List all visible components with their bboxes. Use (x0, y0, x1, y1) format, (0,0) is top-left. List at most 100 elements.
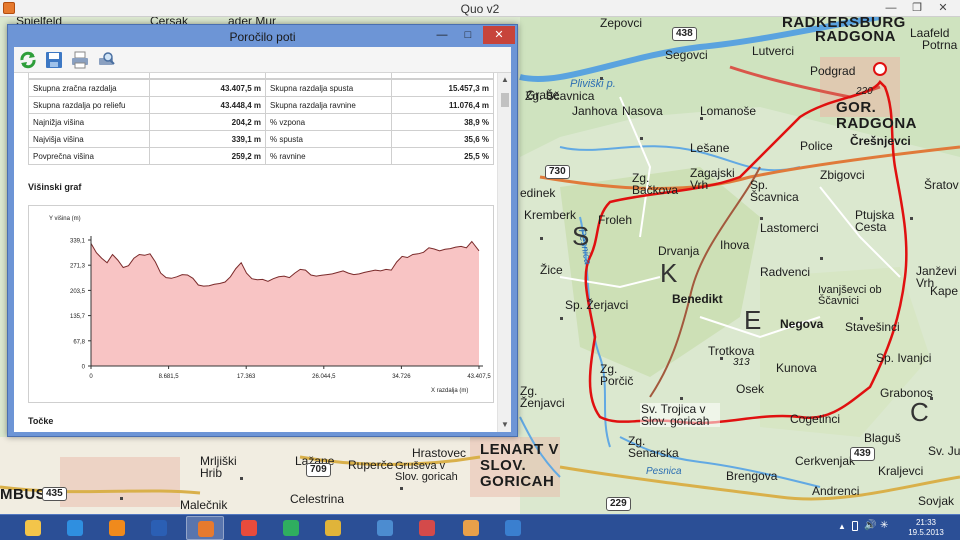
scroll-thumb[interactable] (501, 93, 509, 107)
chrome-icon (241, 520, 257, 536)
taskbar-app-quo[interactable] (186, 516, 224, 540)
taskbar-app-globe[interactable] (494, 516, 532, 540)
map-label: Šratov (924, 178, 959, 192)
report-scrollbar[interactable]: ▲ ▼ (497, 73, 511, 432)
taskbar-app-media[interactable] (408, 516, 446, 540)
taskbar-app-word[interactable] (140, 516, 178, 540)
map-label: Gruševa v Slov. goricah (395, 460, 458, 483)
map-label: Pesnica (646, 466, 682, 477)
scroll-down-icon[interactable]: ▼ (498, 418, 511, 432)
road-number: 709 (306, 463, 331, 477)
map-label: RADGONA (815, 28, 896, 45)
y-tick-label: 203,5 (70, 289, 86, 295)
taskbar-app-chrome[interactable] (230, 516, 268, 540)
x-tick-label: 43.407,5 (467, 374, 491, 380)
map-label: Lutverci (752, 44, 795, 58)
taskbar-app-flash[interactable] (314, 516, 352, 540)
map-label: Ruperče (348, 458, 394, 472)
stat-value: 43.448,4 m (149, 96, 266, 114)
quo-icon (198, 521, 214, 537)
clock-time[interactable]: 21:33 (904, 518, 948, 527)
stat-value: 339,1 m (149, 130, 266, 148)
map-label: Cogetinci (790, 412, 841, 426)
map-label: Črešnjevci (850, 134, 911, 148)
volume-icon[interactable]: 🔊 (864, 520, 876, 531)
road-number: 229 (606, 497, 631, 511)
map-label: Benedikt (672, 292, 723, 306)
tray-arrow-icon[interactable]: ▲ (838, 522, 846, 531)
map-label: Potrna (922, 38, 958, 52)
taskbar-app-internet-explorer[interactable] (56, 516, 94, 540)
map-label: Trotkova (708, 344, 755, 358)
map-label: Police (800, 139, 833, 153)
road-number: 730 (545, 165, 570, 179)
points-heading: Točke (28, 416, 54, 426)
scroll-up-icon[interactable]: ▲ (498, 73, 511, 87)
elevation-label: 220 (856, 86, 873, 97)
battery-icon[interactable] (852, 521, 858, 531)
road-number: 435 (42, 487, 67, 501)
stat-value: 35,6 % (391, 130, 494, 148)
map-label: Zagajski Vrh (690, 166, 735, 192)
stat-label: Skupna razdalja ravnine (265, 96, 392, 114)
map-label: Zg. Porčič (600, 362, 634, 388)
map-label: LENART V SLOV. GORICAH (480, 441, 559, 490)
stat-label: Skupna zračna razdalja (28, 79, 150, 97)
clock-date[interactable]: 19.5.2013 (904, 528, 948, 537)
minimize-button[interactable]: — (878, 0, 904, 16)
report-maximize-button[interactable]: □ (455, 26, 481, 44)
refresh-icon[interactable] (18, 50, 38, 70)
map-label: Malečnik (180, 498, 228, 512)
report-titlebar[interactable]: Poročilo poti — □ ✕ (8, 25, 517, 47)
x-tick-label: 8.681,5 (159, 374, 180, 380)
map-label: Zg. Senarska (628, 434, 679, 460)
map-label: Stavešinci (845, 320, 900, 334)
route-report-window[interactable]: Poročilo poti — □ ✕ Skupna zračna razdal… (7, 24, 518, 437)
outlook-icon (109, 520, 125, 536)
stat-value: 259,2 m (149, 147, 266, 165)
y-tick-label: 0 (82, 365, 86, 371)
map-label: Kraljevci (878, 464, 924, 478)
map-label: Sp. Ivanjci (876, 351, 932, 365)
stat-value: 15.457,3 m (391, 79, 494, 97)
map-label: Grabe (526, 88, 560, 102)
stat-label: Skupna razdalja po reliefu (28, 96, 150, 114)
y-axis-label: Y višina (m) (49, 216, 81, 222)
map-label: Hrastovec (412, 446, 467, 460)
taskbar-app-paint[interactable] (452, 516, 490, 540)
map-label: Zepovci (600, 17, 643, 30)
map-label: Celestrina (290, 492, 345, 506)
close-button[interactable]: ✕ (930, 0, 956, 16)
app-titlebar: Quo v2 — ❐ ✕ (0, 0, 960, 17)
stat-value: 38,9 % (391, 113, 494, 131)
stat-value: 11.076,4 m (391, 96, 494, 114)
x-tick-label: 34.726 (392, 374, 411, 380)
stats-row: Skupna zračna razdalja 43.407,5 m Skupna… (28, 79, 494, 97)
elevation-chart: 0 67,8 135,7 203,5 271,3 339,1 0 8.681,5 17.363 2… (28, 205, 494, 403)
globe-icon (505, 520, 521, 536)
y-tick-label: 339,1 (70, 239, 86, 245)
taskbar-app-file-explorer[interactable] (14, 516, 52, 540)
taskbar-app-outlook[interactable] (98, 516, 136, 540)
stats-row: Povprečna višina 259,2 m % ravnine 25,5 … (28, 147, 494, 165)
taskbar-app-google-drive[interactable] (272, 516, 310, 540)
road-number: 438 (672, 27, 697, 41)
map-label: Negova (780, 317, 824, 331)
print-preview-icon[interactable] (96, 50, 116, 70)
report-body[interactable]: Skupna zračna razdalja 43.407,5 m Skupna… (14, 73, 511, 432)
stat-label: % vzpona (265, 113, 392, 131)
elevation-chart-svg: 0 67,8 135,7 203,5 271,3 339,1 0 8.681,5 17.363 2… (49, 216, 491, 394)
taskbar-app-network[interactable] (366, 516, 404, 540)
network-status-icon[interactable]: ✳ (880, 520, 888, 531)
report-close-button[interactable]: ✕ (483, 26, 515, 44)
x-tick-label: 26.044,5 (312, 374, 336, 380)
restore-button[interactable]: ❐ (904, 0, 930, 16)
x-tick-label: 0 (89, 374, 93, 380)
save-icon[interactable] (44, 50, 64, 70)
app-title: Quo v2 (460, 2, 500, 16)
stats-row: Skupna razdalja po reliefu 43.448,4 m Sk… (28, 96, 494, 114)
map-label: Segovci (665, 48, 708, 62)
print-icon[interactable] (70, 50, 90, 70)
report-minimize-button[interactable]: — (429, 26, 455, 44)
x-tick-label: 17.363 (237, 374, 256, 380)
